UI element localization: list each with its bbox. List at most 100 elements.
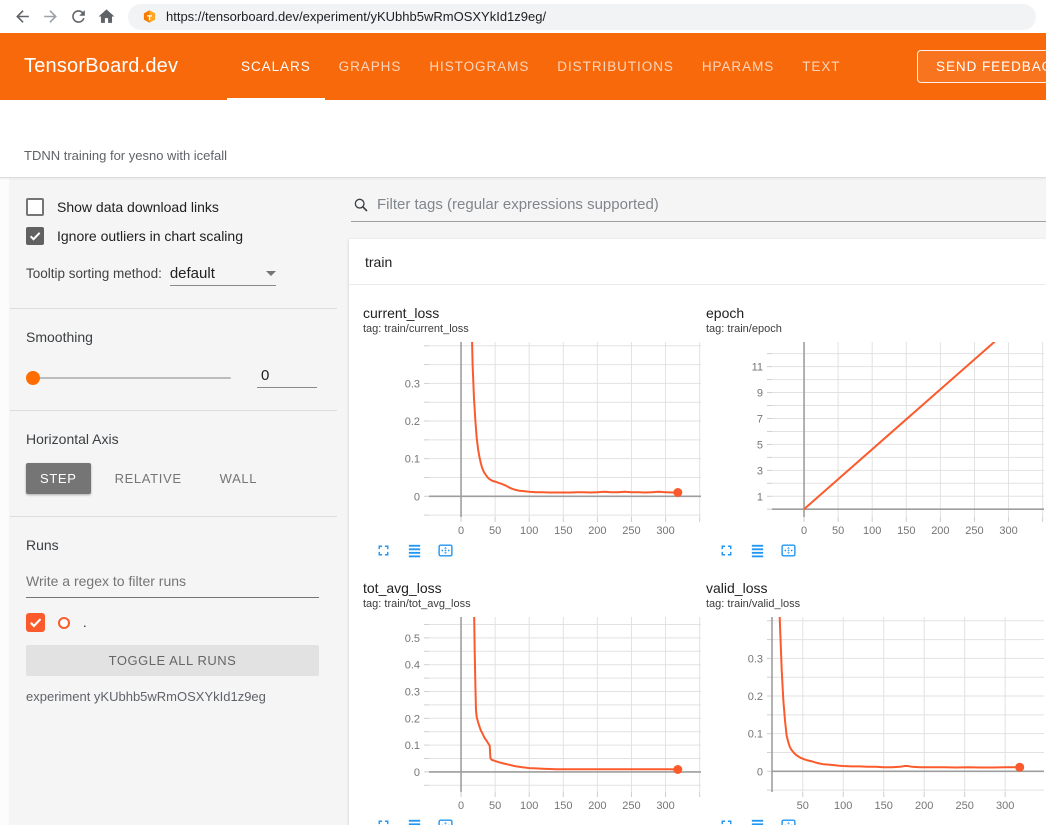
svg-text:50: 50 [489, 525, 501, 537]
general-settings-section: Show data download links Ignore outliers… [10, 178, 337, 309]
smoothing-section: Smoothing 0 [10, 309, 337, 411]
svg-text:1: 1 [757, 491, 763, 503]
fullscreen-icon[interactable] [718, 542, 735, 559]
ignore-outliers-checkbox-row[interactable]: Ignore outliers in chart scaling [26, 227, 319, 245]
svg-text:100: 100 [834, 800, 852, 812]
chart-actions [363, 812, 703, 825]
line-chart-canvas[interactable]: 05010015020025030000.10.20.3 [363, 337, 703, 537]
svg-text:150: 150 [897, 525, 915, 537]
chart-title: valid_loss [706, 580, 1046, 597]
axis-relative-button[interactable]: RELATIVE [101, 463, 196, 494]
chart-tot-avg-loss: tot_avg_loss tag: train/tot_avg_loss 050… [363, 580, 703, 825]
svg-text:0.1: 0.1 [405, 740, 420, 752]
svg-text:50: 50 [832, 525, 844, 537]
app-title: TensorBoard.dev [24, 55, 187, 78]
tooltip-sorting-select[interactable]: default [170, 265, 276, 286]
fullscreen-icon[interactable] [375, 542, 392, 559]
toggle-y-axis-icon[interactable] [749, 817, 766, 825]
line-chart-canvas[interactable]: 0501001502002503001357911 [706, 337, 1046, 537]
svg-text:0.4: 0.4 [405, 660, 420, 672]
svg-text:7: 7 [757, 413, 763, 425]
checkbox-checked-icon[interactable] [26, 227, 44, 245]
fit-domain-icon[interactable] [437, 542, 454, 559]
chart-current-loss: current_loss tag: train/current_loss 050… [363, 305, 703, 565]
chart-tag: tag: train/valid_loss [706, 598, 1046, 610]
back-icon[interactable] [8, 3, 36, 31]
line-chart-canvas[interactable]: 05010015020025030000.10.20.30.40.5 [363, 612, 703, 812]
svg-text:0: 0 [414, 491, 420, 503]
fullscreen-icon[interactable] [375, 817, 392, 825]
svg-text:250: 250 [965, 525, 983, 537]
svg-text:0.5: 0.5 [405, 633, 420, 645]
tab-histograms[interactable]: HISTOGRAMS [415, 33, 543, 100]
section-header-train[interactable]: train [349, 239, 1046, 285]
svg-text:0: 0 [458, 800, 464, 812]
svg-text:200: 200 [931, 525, 949, 537]
browser-toolbar: https://tensorboard.dev/experiment/yKUbh… [0, 0, 1046, 33]
tooltip-sorting-value: default [170, 265, 215, 282]
svg-text:100: 100 [520, 800, 538, 812]
smoothing-value-input[interactable]: 0 [257, 367, 317, 388]
toggle-all-runs-button[interactable]: TOGGLE ALL RUNS [26, 645, 319, 676]
svg-text:150: 150 [554, 800, 572, 812]
chevron-down-icon [266, 271, 276, 276]
chart-title: epoch [706, 305, 1046, 322]
axis-wall-button[interactable]: WALL [206, 463, 272, 494]
address-bar[interactable]: https://tensorboard.dev/experiment/yKUbh… [128, 4, 1036, 30]
fit-domain-icon[interactable] [780, 817, 797, 825]
chart-actions [363, 537, 703, 565]
svg-text:0.1: 0.1 [748, 729, 763, 741]
svg-text:100: 100 [520, 525, 538, 537]
filter-tags-input[interactable] [377, 196, 1046, 213]
svg-text:0.3: 0.3 [405, 687, 420, 699]
run-color-swatch-icon[interactable] [58, 617, 70, 629]
smoothing-slider[interactable] [26, 377, 231, 379]
tab-distributions[interactable]: DISTRIBUTIONS [543, 33, 688, 100]
checkbox-unchecked-icon[interactable] [26, 198, 44, 216]
tab-scalars[interactable]: SCALARS [227, 33, 325, 100]
svg-text:0.2: 0.2 [405, 416, 420, 428]
fullscreen-icon[interactable] [718, 817, 735, 825]
filter-tags-row [351, 190, 1046, 222]
fit-domain-icon[interactable] [437, 817, 454, 825]
tab-hparams[interactable]: HPARAMS [688, 33, 788, 100]
chart-valid-loss: valid_loss tag: train/valid_loss 5010015… [706, 580, 1046, 825]
experiment-subheader: TDNN training for yesno with icefall [0, 100, 1046, 178]
svg-text:0.3: 0.3 [748, 653, 763, 665]
search-icon [353, 197, 369, 213]
svg-text:3: 3 [757, 465, 763, 477]
tab-text[interactable]: TEXT [788, 33, 854, 100]
home-icon[interactable] [92, 3, 120, 31]
runs-filter-input[interactable] [26, 567, 319, 598]
axis-step-button[interactable]: STEP [26, 463, 91, 494]
horizontal-axis-label: Horizontal Axis [26, 431, 319, 447]
run-checkbox-checked-icon[interactable] [26, 613, 45, 632]
toggle-y-axis-icon[interactable] [406, 542, 423, 559]
toggle-y-axis-icon[interactable] [406, 817, 423, 825]
slider-thumb[interactable] [26, 371, 40, 385]
runs-section: Runs . TOGGLE ALL RUNS experiment yKUbhb… [10, 517, 337, 726]
svg-text:0: 0 [458, 525, 464, 537]
show-download-links-checkbox-row[interactable]: Show data download links [26, 198, 319, 216]
send-feedback-button[interactable]: SEND FEEDBACK [917, 50, 1046, 83]
chart-tag: tag: train/current_loss [363, 323, 703, 335]
fit-domain-icon[interactable] [780, 542, 797, 559]
svg-text:200: 200 [915, 800, 933, 812]
chart-title: tot_avg_loss [363, 580, 703, 597]
reload-icon[interactable] [64, 3, 92, 31]
svg-text:11: 11 [752, 362, 763, 374]
tooltip-sorting-label: Tooltip sorting method: [26, 266, 162, 281]
svg-text:0.2: 0.2 [748, 691, 763, 703]
tab-graphs[interactable]: GRAPHS [325, 33, 416, 100]
charts-grid: current_loss tag: train/current_loss 050… [349, 285, 1046, 825]
chart-tag: tag: train/tot_avg_loss [363, 598, 703, 610]
forward-icon[interactable] [36, 3, 64, 31]
toggle-y-axis-icon[interactable] [749, 542, 766, 559]
checkbox-label: Ignore outliers in chart scaling [57, 228, 243, 244]
checkbox-label: Show data download links [57, 199, 219, 215]
run-row[interactable]: . [26, 613, 319, 632]
line-chart-canvas[interactable]: 5010015020025030000.10.20.3 [706, 612, 1046, 812]
tooltip-sorting-row: Tooltip sorting method: default [26, 265, 319, 286]
svg-text:0.2: 0.2 [405, 713, 420, 725]
svg-text:200: 200 [588, 800, 606, 812]
